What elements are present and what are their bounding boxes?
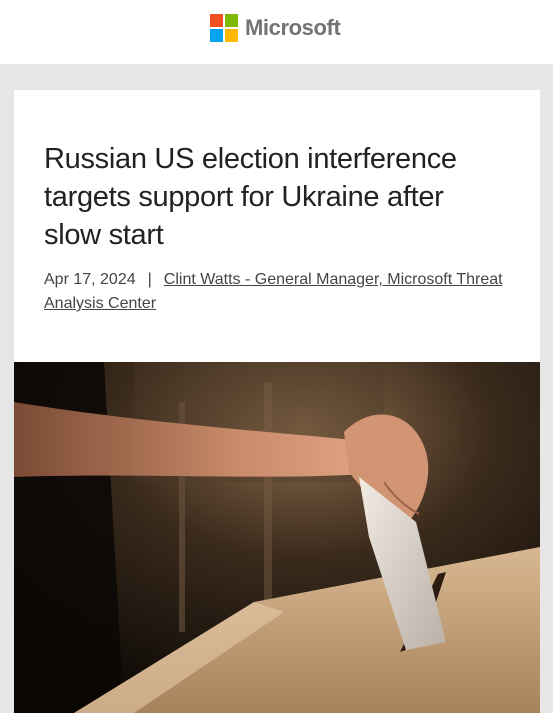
hero-image[interactable]	[14, 362, 540, 713]
ballot-box-image-icon	[14, 362, 540, 713]
meta-separator: |	[147, 271, 152, 288]
microsoft-logo[interactable]: Microsoft	[210, 14, 341, 42]
brand-name: Microsoft	[245, 15, 341, 40]
article-meta: Apr 17, 2024 | Clint Watts - General Manag…	[44, 268, 514, 316]
article-date: Apr 17, 2024	[44, 271, 136, 288]
article-title[interactable]: Russian US election interference targets…	[44, 140, 504, 254]
article-card: Russian US election interference targets…	[14, 90, 540, 713]
microsoft-windows-logo-icon	[210, 14, 238, 42]
email-header: Microsoft	[0, 0, 553, 64]
